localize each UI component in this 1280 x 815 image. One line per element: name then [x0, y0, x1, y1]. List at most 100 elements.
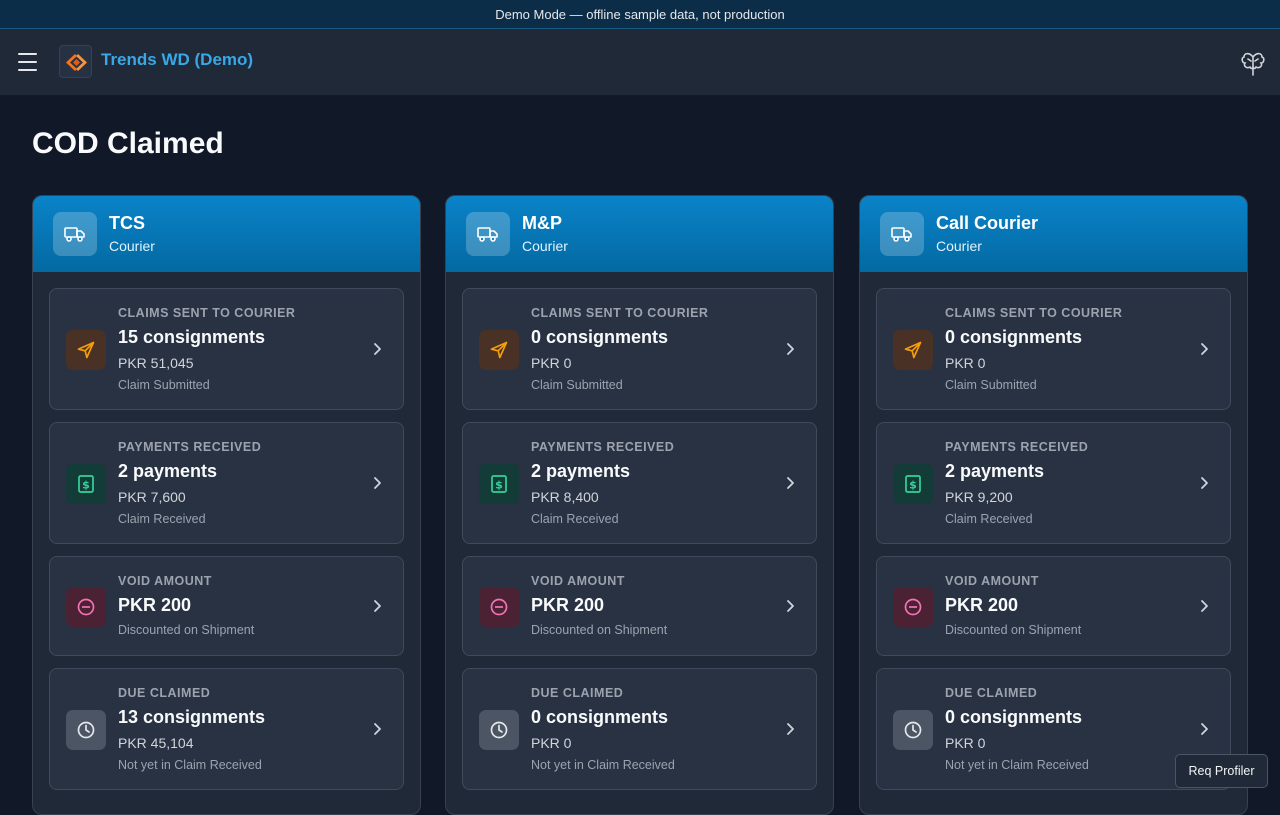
card-label: PAYMENTS RECEIVED: [531, 440, 675, 454]
courier-panel-tcs: TCS Courier CLAIMS SENT TO COURIER 15 co…: [32, 195, 421, 815]
card-note: Claim Received: [531, 512, 619, 526]
brain-icon[interactable]: [1240, 47, 1266, 77]
req-profiler-button[interactable]: Req Profiler: [1175, 754, 1268, 788]
card-main-value: 0 consignments: [531, 707, 669, 727]
payments-received-card[interactable]: $ PAYMENTS RECEIVED 2 payments PKR 9,200…: [876, 422, 1231, 544]
courier-subtitle: Courier: [522, 238, 568, 254]
send-icon: [893, 330, 933, 370]
card-main-value: PKR 200: [945, 595, 1019, 615]
send-icon: [66, 330, 106, 370]
card-label: CLAIMS SENT TO COURIER: [531, 306, 709, 320]
card-main-value: PKR 200: [118, 595, 192, 615]
card-label: DUE CLAIMED: [118, 686, 211, 700]
card-amount: PKR 0: [531, 735, 572, 751]
courier-name: TCS: [109, 213, 145, 233]
card-main-value: PKR 200: [531, 595, 605, 615]
top-navbar: Trends WD (Demo): [0, 29, 1280, 95]
card-note: Claim Submitted: [945, 378, 1037, 392]
void-amount-card[interactable]: VOID AMOUNT PKR 200 Discounted on Shipme…: [462, 556, 817, 656]
dollar-bill-icon: $: [66, 464, 106, 504]
chevron-right-icon: [374, 600, 381, 612]
payments-received-card[interactable]: $ PAYMENTS RECEIVED 2 payments PKR 8,400…: [462, 422, 817, 544]
card-main-value: 2 payments: [531, 461, 631, 481]
dollar-bill-icon: $: [479, 464, 519, 504]
app-brand-name[interactable]: Trends WD (Demo): [101, 50, 253, 70]
chevron-right-icon: [1201, 343, 1208, 355]
claims-sent-card[interactable]: CLAIMS SENT TO COURIER 0 consignments PK…: [462, 288, 817, 410]
minus-circle-icon: [66, 587, 106, 627]
chevron-right-icon: [787, 343, 794, 355]
card-amount: PKR 0: [531, 355, 572, 371]
card-note: Not yet in Claim Received: [118, 758, 262, 772]
card-note: Discounted on Shipment: [118, 623, 255, 637]
chevron-right-icon: [374, 477, 381, 489]
card-amount: PKR 51,045: [118, 355, 194, 371]
card-label: PAYMENTS RECEIVED: [945, 440, 1089, 454]
svg-text:$: $: [82, 479, 90, 492]
due-claimed-card[interactable]: DUE CLAIMED 13 consignments PKR 45,104 N…: [49, 668, 404, 790]
chevron-right-icon: [1201, 477, 1208, 489]
demo-mode-banner: Demo Mode — offline sample data, not pro…: [0, 0, 1280, 29]
claims-sent-card[interactable]: CLAIMS SENT TO COURIER 15 consignments P…: [49, 288, 404, 410]
courier-header: Call Courier Courier: [860, 196, 1247, 272]
card-label: CLAIMS SENT TO COURIER: [118, 306, 296, 320]
card-amount: PKR 8,400: [531, 489, 599, 505]
dollar-bill-icon: $: [893, 464, 933, 504]
claims-sent-card[interactable]: CLAIMS SENT TO COURIER 0 consignments PK…: [876, 288, 1231, 410]
card-label: DUE CLAIMED: [531, 686, 624, 700]
chevron-right-icon: [1201, 600, 1208, 612]
chevron-right-icon: [1201, 723, 1208, 735]
courier-header: M&P Courier: [446, 196, 833, 272]
clock-icon: [893, 710, 933, 750]
payments-received-card[interactable]: $ PAYMENTS RECEIVED 2 payments PKR 7,600…: [49, 422, 404, 544]
card-label: DUE CLAIMED: [945, 686, 1038, 700]
chevron-right-icon: [787, 477, 794, 489]
card-main-value: 2 payments: [945, 461, 1045, 481]
card-main-value: 0 consignments: [945, 707, 1083, 727]
card-amount: PKR 0: [945, 735, 986, 751]
card-note: Not yet in Claim Received: [945, 758, 1089, 772]
card-note: Not yet in Claim Received: [531, 758, 675, 772]
card-label: VOID AMOUNT: [531, 574, 625, 588]
card-label: PAYMENTS RECEIVED: [118, 440, 262, 454]
minus-circle-icon: [479, 587, 519, 627]
void-amount-card[interactable]: VOID AMOUNT PKR 200 Discounted on Shipme…: [49, 556, 404, 656]
truck-icon: [880, 212, 924, 256]
svg-text:$: $: [495, 479, 503, 492]
clock-icon: [66, 710, 106, 750]
card-label: VOID AMOUNT: [945, 574, 1039, 588]
card-amount: PKR 7,600: [118, 489, 186, 505]
app-logo: [59, 45, 92, 78]
card-amount: PKR 0: [945, 355, 986, 371]
card-amount: PKR 9,200: [945, 489, 1013, 505]
card-main-value: 0 consignments: [531, 327, 669, 347]
card-label: CLAIMS SENT TO COURIER: [945, 306, 1123, 320]
card-main-value: 13 consignments: [118, 707, 266, 727]
card-note: Discounted on Shipment: [531, 623, 668, 637]
minus-circle-icon: [893, 587, 933, 627]
void-amount-card[interactable]: VOID AMOUNT PKR 200 Discounted on Shipme…: [876, 556, 1231, 656]
page-title: COD Claimed: [32, 127, 224, 160]
card-note: Discounted on Shipment: [945, 623, 1082, 637]
card-label: VOID AMOUNT: [118, 574, 212, 588]
send-icon: [479, 330, 519, 370]
card-note: Claim Submitted: [531, 378, 623, 392]
svg-text:$: $: [909, 479, 917, 492]
courier-panel-call-courier: Call Courier Courier CLAIMS SENT TO COUR…: [859, 195, 1248, 815]
chevron-right-icon: [374, 723, 381, 735]
hamburger-icon[interactable]: [18, 53, 38, 71]
courier-panel-mp: M&P Courier CLAIMS SENT TO COURIER 0 con…: [445, 195, 834, 815]
courier-name: M&P: [522, 213, 562, 233]
chevron-right-icon: [787, 723, 794, 735]
chevron-right-icon: [787, 600, 794, 612]
courier-subtitle: Courier: [109, 238, 155, 254]
courier-name: Call Courier: [936, 213, 1039, 233]
truck-icon: [466, 212, 510, 256]
courier-header: TCS Courier: [33, 196, 420, 272]
card-main-value: 15 consignments: [118, 327, 266, 347]
demo-banner-text: Demo Mode — offline sample data, not pro…: [495, 6, 785, 22]
due-claimed-card[interactable]: DUE CLAIMED 0 consignments PKR 0 Not yet…: [462, 668, 817, 790]
clock-icon: [479, 710, 519, 750]
card-main-value: 0 consignments: [945, 327, 1083, 347]
card-main-value: 2 payments: [118, 461, 218, 481]
